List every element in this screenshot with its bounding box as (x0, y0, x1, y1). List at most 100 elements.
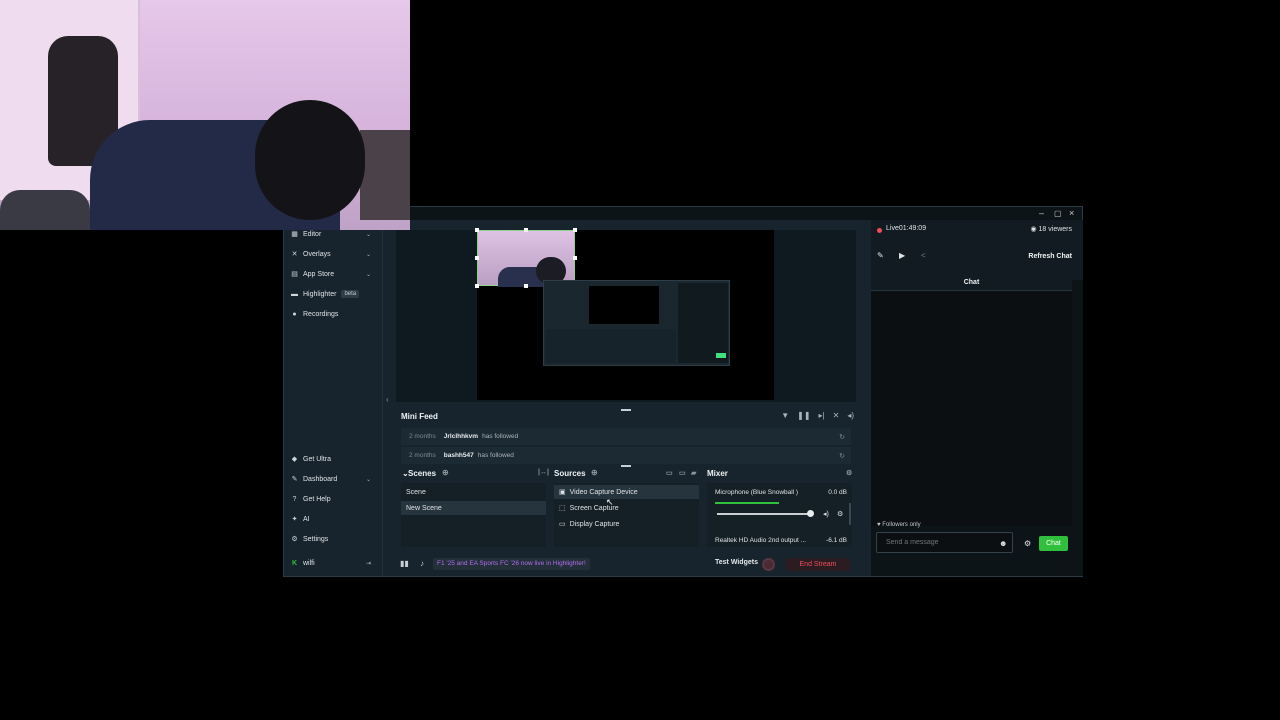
sidebar-item-dashboard[interactable]: ✎ Dashboard ⌄ (291, 472, 379, 486)
user-name: wilfi (303, 559, 315, 567)
scene-item[interactable]: New Scene (401, 501, 546, 515)
source-item[interactable]: ⬚ Screen Capture (554, 501, 699, 515)
viewer-count-text: 18 viewers (1038, 226, 1072, 233)
screen-capture-preview[interactable] (543, 280, 730, 366)
source-item[interactable]: ▣ Video Capture Device (554, 485, 699, 499)
scene-transitions-icon[interactable]: |↔| (538, 469, 549, 476)
refresh-chat-button[interactable]: Refresh Chat (1028, 253, 1072, 260)
source-properties-icon[interactable]: ▭ (666, 469, 673, 477)
sidebar-item-get-help[interactable]: ? Get Help (291, 492, 379, 506)
send-chat-button[interactable]: Chat (1039, 536, 1068, 551)
emoji-icon[interactable]: ☻ (999, 539, 1007, 548)
source-folder-icon[interactable]: ▰ (691, 469, 696, 477)
resize-splitter[interactable] (621, 409, 631, 411)
source-group-icon[interactable]: ▭ (679, 469, 686, 477)
add-scene-icon[interactable]: ⊕ (442, 468, 449, 477)
mixer-channel-name: Microphone (Blue Snowball ) (715, 489, 799, 496)
gear-icon[interactable]: ⚙ (837, 510, 843, 518)
add-source-icon[interactable]: ⊕ (591, 468, 598, 477)
stream-preview[interactable] (475, 228, 774, 400)
scenes-list: Scene New Scene (401, 483, 546, 547)
sidebar-user[interactable]: K wilfi ⇥ (291, 556, 379, 570)
replay-icon[interactable]: ↻ (839, 433, 845, 441)
volume-meter (715, 502, 779, 504)
mini-feed: Mini Feed ▼ ❚❚ ▸| ✕ ◂) 2 months Jrlclhhk… (396, 408, 856, 468)
scene-item[interactable]: Scene (401, 485, 546, 499)
feed-user: Jrlclhhkvm (443, 433, 479, 440)
sidebar-item-get-ultra[interactable]: ◆ Get Ultra (291, 452, 379, 466)
feed-user: bashh547 (443, 452, 474, 459)
resize-handle[interactable] (573, 256, 577, 260)
mixer-title: Mixer (707, 469, 728, 478)
sidebar-item-highlighter[interactable]: ▬ Highlighter beta (291, 287, 379, 301)
stats-icon[interactable]: ▮▮ (400, 559, 409, 568)
logout-icon[interactable]: ⇥ (366, 560, 371, 567)
heart-icon: ♥ (877, 522, 881, 528)
nested-chat-button (716, 353, 726, 358)
sidebar-item-ai[interactable]: ✦ AI (291, 512, 379, 526)
filter-icon[interactable]: ▼ (781, 411, 789, 420)
volume-slider[interactable] (717, 513, 811, 515)
test-widgets-button[interactable]: Test Widgets (715, 559, 758, 566)
beta-badge: beta (341, 290, 360, 298)
volume-slider-thumb[interactable] (807, 510, 814, 517)
streamlabs-logo-icon: K (291, 559, 298, 567)
record-button[interactable] (762, 558, 775, 571)
chat-input[interactable] (876, 532, 1013, 553)
mixer-channel-name: Realtek HD Audio 2nd output ... (715, 537, 807, 544)
resize-handle[interactable] (524, 228, 528, 232)
speaker-icon[interactable]: ◂) (823, 510, 829, 518)
notification-icon[interactable]: ♪ (420, 559, 424, 568)
source-item[interactable]: ▭ Display Capture (554, 517, 699, 531)
sidebar-item-label: Get Ultra (303, 455, 332, 463)
mixer-scrollbar[interactable] (849, 503, 851, 525)
video-capture-source[interactable] (477, 230, 575, 287)
chevron-left-icon[interactable]: ‹ (386, 395, 389, 404)
replay-icon[interactable]: ↻ (839, 452, 845, 460)
resize-handle[interactable] (475, 228, 479, 232)
screen-capture-icon: ⬚ (559, 505, 566, 512)
tab-chat[interactable]: Chat (871, 274, 1072, 291)
mute-alerts-icon[interactable]: ✕ (833, 411, 840, 420)
source-label: Video Capture Device (569, 488, 638, 496)
sources-list: ▣ Video Capture Device ⬚ Screen Capture … (554, 483, 699, 547)
resize-handle[interactable] (475, 284, 479, 288)
help-icon: ? (292, 495, 297, 503)
pause-icon[interactable]: ❚❚ (797, 411, 810, 420)
resize-handle[interactable] (524, 284, 528, 288)
skip-icon[interactable]: ▸| (819, 411, 825, 420)
minimize-icon[interactable]: – (1039, 208, 1044, 218)
maximize-icon[interactable]: ▢ (1054, 209, 1062, 218)
sidebar-item-overlays[interactable]: ✕ Overlays ⌄ (291, 247, 379, 261)
resize-handle[interactable] (475, 256, 479, 260)
sidebar-item-settings[interactable]: ⚙ Settings (291, 532, 379, 546)
sidebar-item-recordings[interactable]: ● Recordings (291, 307, 379, 321)
app-window: – ▢ × ▦ Editor ⌄ ✕ Overlays ⌄ ▤ App Stor… (283, 206, 1083, 577)
sidebar-item-label: Recordings (303, 310, 339, 318)
chevron-down-icon: ⌄ (365, 271, 371, 278)
resize-splitter[interactable] (621, 465, 631, 467)
feed-row: 2 months Jrlclhhkvm has followed ↻ (401, 428, 851, 445)
recordings-icon: ● (292, 310, 297, 318)
highlighter-icon: ▬ (291, 290, 298, 298)
viewer-count: ◉ 18 viewers (1030, 225, 1072, 233)
ai-icon: ✦ (291, 515, 298, 523)
eye-icon: ◉ (1030, 226, 1037, 233)
end-stream-button[interactable]: End Stream (786, 558, 850, 571)
share-icon[interactable]: < (921, 251, 926, 260)
resize-handle[interactable] (573, 228, 577, 232)
webcam-chair (0, 190, 90, 230)
feed-time: 2 months (409, 452, 436, 459)
nested-docks (546, 329, 676, 363)
news-banner[interactable]: F1 '25 and EA Sports FC '26 now live in … (433, 558, 590, 570)
close-icon[interactable]: × (1069, 208, 1074, 218)
sidebar-item-app-store[interactable]: ▤ App Store ⌄ (291, 267, 379, 281)
gear-icon[interactable]: ⚙ (1024, 539, 1031, 548)
video-icon[interactable]: ▶ (899, 251, 905, 260)
followers-only-text: Followers only (882, 522, 921, 528)
mixer-settings-icon[interactable]: ⚙ (846, 469, 852, 477)
mixer-panel: Microphone (Blue Snowball ) 0.0 dB ◂) ⚙ … (707, 483, 852, 547)
volume-icon[interactable]: ◂) (847, 411, 854, 420)
pencil-icon[interactable]: ✎ (877, 251, 884, 260)
followers-only-label: ♥ Followers only (877, 522, 921, 528)
